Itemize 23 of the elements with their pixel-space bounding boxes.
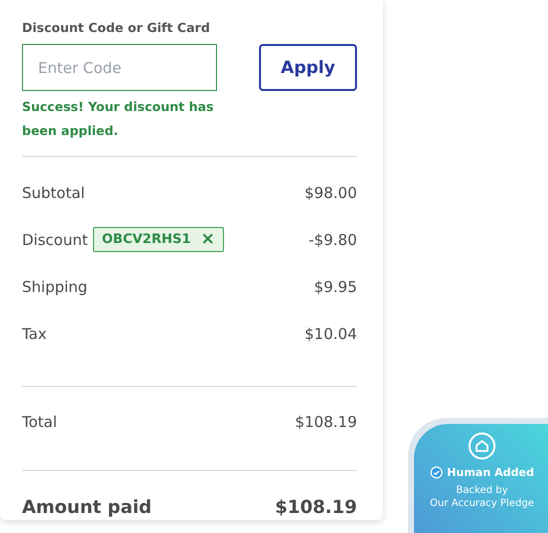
row-amount: $9.95 — [314, 278, 357, 296]
house-icon — [468, 432, 496, 460]
amount-paid-value: $108.19 — [275, 496, 357, 518]
total-amount: $108.19 — [294, 413, 357, 431]
badge-title: Human Added — [446, 466, 534, 479]
badge-subtitle: Backed by — [456, 484, 508, 497]
row-label: Discount — [22, 230, 88, 248]
apply-button[interactable]: Apply — [259, 44, 357, 91]
row-label: Shipping — [22, 278, 88, 296]
field-label: Discount Code or Gift Card — [22, 20, 211, 36]
badge-subtitle: Our Accuracy Pledge — [430, 497, 534, 510]
verified-check-icon — [430, 466, 443, 479]
row-amount: $98.00 — [304, 184, 357, 202]
discount-code: OBCV2RHS1 — [102, 232, 191, 247]
remove-code-button[interactable]: × — [200, 231, 216, 248]
code-input-field[interactable]: Enter Code — [22, 44, 217, 91]
row-amount: $10.04 — [304, 324, 357, 342]
row-amount: -$9.80 — [308, 230, 357, 248]
row-label: Subtotal — [22, 184, 85, 202]
success-message: Success! Your discount has been applied. — [22, 98, 215, 140]
amount-paid-label: Amount paid — [22, 496, 152, 518]
total-label: Total — [22, 413, 58, 431]
row-label: Tax — [22, 324, 47, 342]
